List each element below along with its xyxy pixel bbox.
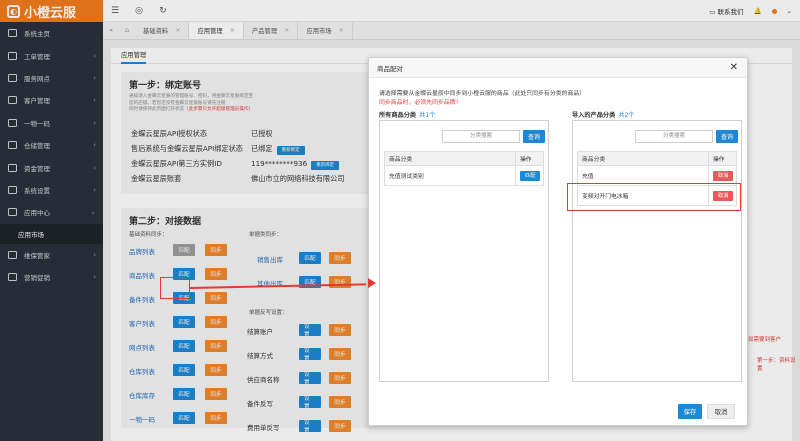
modal-title: 商品配对: [377, 64, 403, 73]
cancel-match-button[interactable]: 取消: [713, 170, 734, 181]
modal-description: 请选择需要从金蝶云星辰中同步到小橙云服的商品（此处只同步有分类的商品）: [379, 91, 586, 97]
match-button[interactable]: 匹配: [520, 170, 541, 181]
all-categories-count: 共1个: [419, 112, 436, 119]
modal-warning: 同步商品时，必须先同步品牌！: [379, 100, 462, 106]
right-search-button[interactable]: 查询: [716, 130, 738, 143]
category-name: 充值测试类别: [384, 165, 516, 186]
left-search-input[interactable]: 分类搜索: [442, 130, 520, 143]
left-col-action: 操作: [515, 151, 544, 166]
imported-categories-count: 共2个: [618, 112, 635, 119]
right-col-action: 操作: [708, 151, 737, 166]
right-col-category: 商品分类: [577, 151, 709, 166]
left-col-category: 商品分类: [384, 151, 516, 166]
product-pairing-modal: 商品配对 ✕ 请选择需要从金蝶云星辰中同步到小橙云服的商品（此处只同步有分类的商…: [368, 57, 748, 426]
left-category-table: 商品分类 操作 充值测试类别 匹配: [384, 151, 544, 186]
right-search-input[interactable]: 分类搜索: [635, 130, 713, 143]
table-row: 充值测试类别 匹配: [384, 165, 544, 186]
highlight-imported-row: [567, 183, 741, 211]
all-categories-box: 分类搜索 查询 商品分类 操作 充值测试类别 匹配: [379, 120, 549, 382]
imported-categories-box: 分类搜索 查询 商品分类 操作 充值 取消 变频对开门电冰箱 取消: [572, 120, 742, 382]
cancel-button[interactable]: 取消: [707, 404, 735, 419]
save-button[interactable]: 保存: [678, 404, 702, 419]
left-search-button[interactable]: 查询: [523, 130, 545, 143]
highlight-product-list-match: [160, 277, 190, 299]
annotation-arrow-head: [368, 278, 376, 288]
imported-categories-title: 导入的产品分类 共2个: [572, 112, 635, 119]
all-categories-title: 所有商品分类 共1个: [379, 112, 436, 119]
close-icon[interactable]: ✕: [730, 62, 738, 73]
